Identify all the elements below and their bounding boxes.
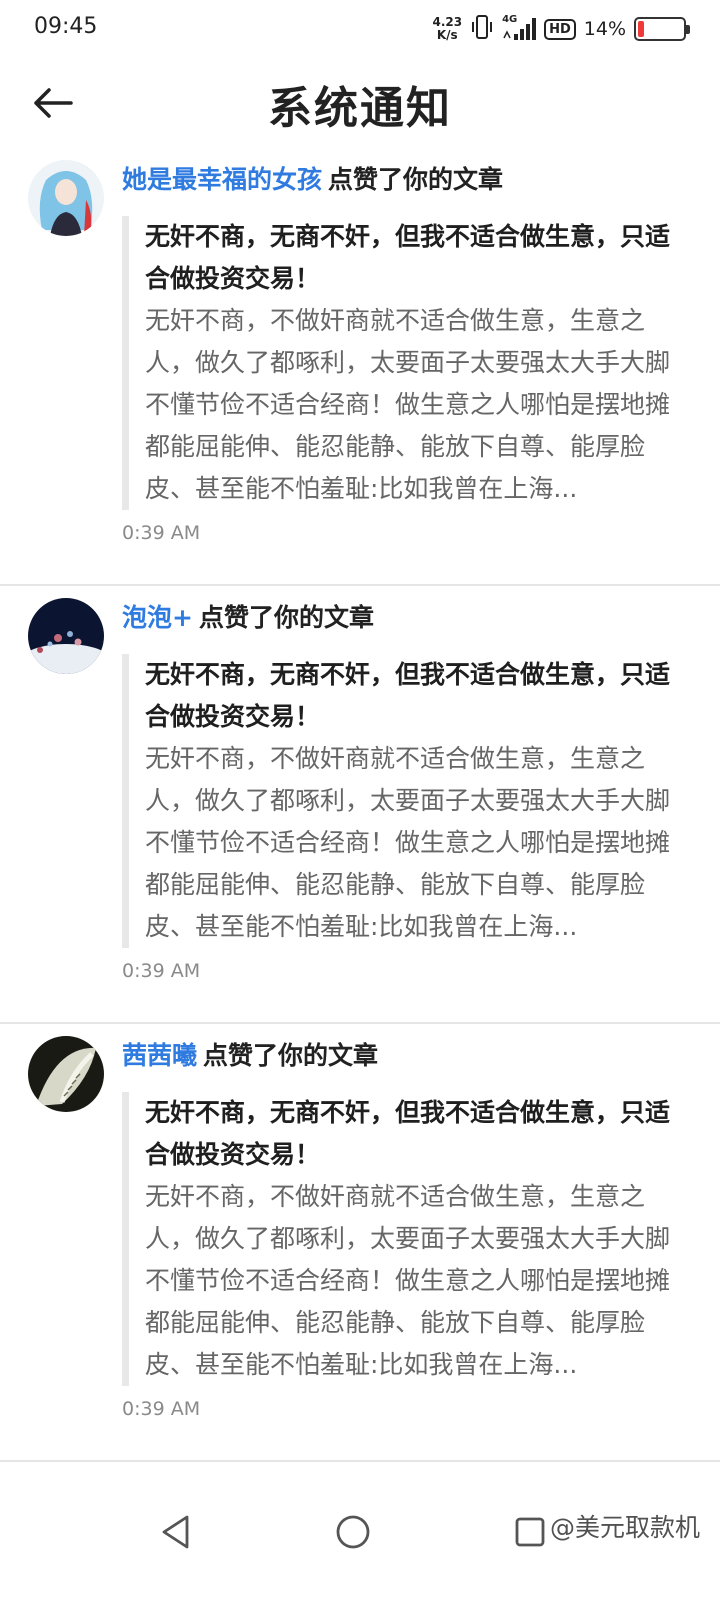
notification-item[interactable]: 茜茜曦 点赞了你的文章 无奸不商，无商不奸，但我不适合做生意，只适合做投资交易！ … bbox=[0, 1024, 720, 1462]
article-excerpt: 无奸不商，不做奸商就不适合做生意，生意之人，做久了都啄利，太要面子太要强太大手大… bbox=[145, 1182, 671, 1379]
circle-home-icon bbox=[336, 1515, 370, 1549]
article-title: 无奸不商，无商不奸，但我不适合做生意，只适合做投资交易！ bbox=[145, 222, 671, 293]
signal-icon: 4G bbox=[502, 14, 537, 42]
article-preview[interactable]: 无奸不商，无商不奸，但我不适合做生意，只适合做投资交易！ 无奸不商，不做奸商就不… bbox=[122, 1092, 682, 1386]
action-text: 点赞了你的文章 bbox=[198, 603, 374, 632]
article-excerpt: 无奸不商，不做奸商就不适合做生意，生意之人，做久了都啄利，太要面子太要强太大手大… bbox=[145, 306, 671, 503]
article-preview[interactable]: 无奸不商，无商不奸，但我不适合做生意，只适合做投资交易！ 无奸不商，不做奸商就不… bbox=[122, 216, 682, 510]
user-name[interactable]: 她是最幸福的女孩 bbox=[122, 165, 322, 194]
hd-badge: HD bbox=[544, 18, 576, 40]
avatar[interactable] bbox=[28, 1036, 104, 1112]
user-name[interactable]: 茜茜曦 bbox=[122, 1041, 197, 1070]
triangle-back-icon bbox=[162, 1515, 189, 1549]
notification-time: 0:39 AM bbox=[122, 960, 201, 982]
notification-header: 她是最幸福的女孩 点赞了你的文章 bbox=[122, 160, 503, 200]
notification-time: 0:39 AM bbox=[122, 1398, 201, 1420]
nav-home-button[interactable] bbox=[323, 1502, 383, 1562]
network-speed-unit: K/s bbox=[436, 28, 458, 42]
vibrate-icon bbox=[470, 14, 494, 44]
article-excerpt: 无奸不商，不做奸商就不适合做生意，生意之人，做久了都啄利，太要面子太要强太大手大… bbox=[145, 744, 671, 941]
notification-time: 0:39 AM bbox=[122, 522, 201, 544]
avatar[interactable] bbox=[28, 160, 104, 236]
notification-header: 泡泡+ 点赞了你的文章 bbox=[122, 598, 374, 638]
network-speed: 4.23 K/s bbox=[432, 16, 462, 42]
notification-item[interactable]: 她是最幸福的女孩 点赞了你的文章 无奸不商，无商不奸，但我不适合做生意，只适合做投… bbox=[0, 148, 720, 586]
action-text: 点赞了你的文章 bbox=[203, 1041, 379, 1070]
article-preview[interactable]: 无奸不商，无商不奸，但我不适合做生意，只适合做投资交易！ 无奸不商，不做奸商就不… bbox=[122, 654, 682, 948]
page-title: 系统通知 bbox=[268, 83, 452, 134]
app-header: 系统通知 bbox=[0, 58, 720, 148]
notification-item[interactable]: 泡泡+ 点赞了你的文章 无奸不商，无商不奸，但我不适合做生意，只适合做投资交易！ … bbox=[0, 586, 720, 1024]
article-title: 无奸不商，无商不奸，但我不适合做生意，只适合做投资交易！ bbox=[145, 1098, 671, 1169]
notification-list: 她是最幸福的女孩 点赞了你的文章 无奸不商，无商不奸，但我不适合做生意，只适合做投… bbox=[0, 148, 720, 1462]
nav-back-button[interactable] bbox=[146, 1502, 206, 1562]
action-text: 点赞了你的文章 bbox=[328, 165, 504, 194]
battery-percent: 14% bbox=[583, 18, 626, 40]
article-title: 无奸不商，无商不奸，但我不适合做生意，只适合做投资交易！ bbox=[145, 660, 671, 731]
battery-level bbox=[638, 21, 645, 37]
system-nav-bar: @美元取款机 bbox=[0, 1478, 720, 1600]
square-recents-icon bbox=[515, 1517, 545, 1547]
status-icons: 4.23 K/s 4G HD 14% bbox=[432, 12, 690, 46]
status-bar: 09:45 4.23 K/s 4G HD 14% bbox=[0, 0, 720, 58]
user-name[interactable]: 泡泡+ bbox=[122, 603, 193, 632]
notification-header: 茜茜曦 点赞了你的文章 bbox=[122, 1036, 378, 1076]
battery-icon bbox=[634, 17, 690, 41]
watermark-text: @美元取款机 bbox=[549, 1513, 700, 1542]
avatar[interactable] bbox=[28, 598, 104, 674]
status-time: 09:45 bbox=[34, 14, 98, 39]
